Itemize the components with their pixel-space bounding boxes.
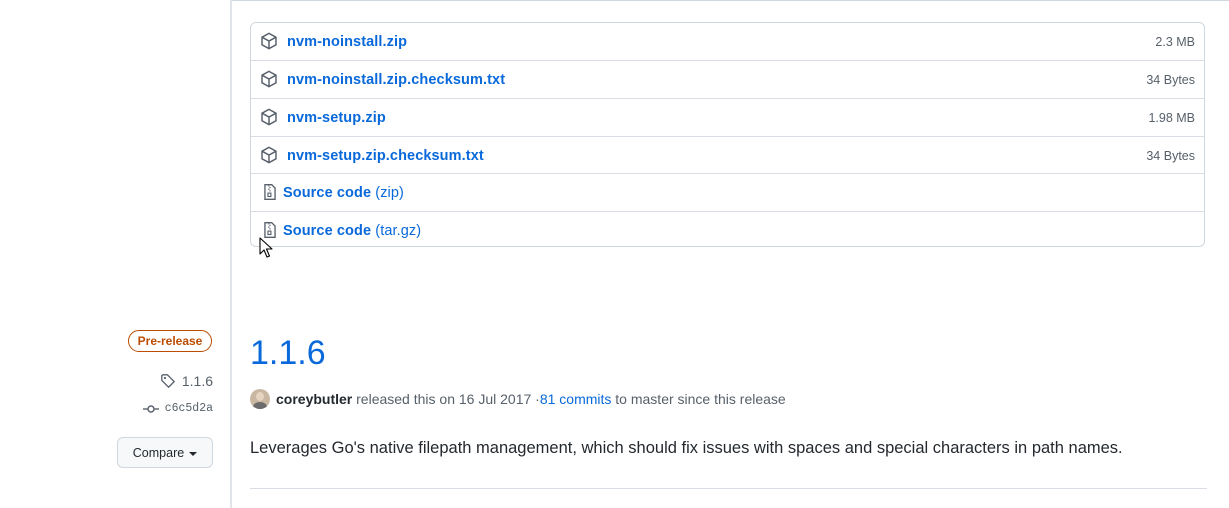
asset-link[interactable]: nvm-setup.zip (287, 110, 386, 126)
timeline-line (230, 0, 232, 508)
commit-link[interactable]: c6c5d2a (142, 402, 213, 415)
asset-size: 2.3 MB (1155, 35, 1195, 49)
asset-link[interactable]: Source code (zip) (283, 185, 404, 201)
git-commit-icon (142, 404, 159, 413)
asset-row[interactable]: nvm-noinstall.zip.checksum.txt 34 Bytes (251, 60, 1204, 98)
tag-label: 1.1.6 (181, 373, 213, 389)
author-link[interactable]: coreybutler (276, 391, 352, 407)
release-meta: coreybutler released this on 16 Jul 2017… (250, 388, 786, 410)
avatar[interactable] (250, 389, 270, 409)
commit-sha: c6c5d2a (164, 402, 213, 415)
mouse-cursor-icon (259, 237, 273, 258)
asset-link[interactable]: nvm-noinstall.zip.checksum.txt (287, 72, 505, 88)
release-notes: Leverages Go's native filepath managemen… (250, 439, 1123, 457)
asset-row[interactable]: nvm-setup.zip.checksum.txt 34 Bytes (251, 136, 1204, 174)
assets-list: nvm-noinstall.zip 2.3 MB nvm-noinstall.z… (250, 22, 1205, 247)
package-icon (261, 108, 277, 126)
compare-button[interactable]: Compare (117, 437, 213, 468)
tag-link[interactable]: 1.1.6 (160, 373, 213, 389)
archive-type: (tar.gz) (375, 223, 422, 239)
asset-link[interactable]: Source code (tar.gz) (283, 223, 421, 239)
commits-suffix: to master since this release (615, 391, 786, 407)
package-icon (261, 146, 277, 164)
release-title[interactable]: 1.1.6 (250, 334, 326, 373)
top-divider (232, 0, 1229, 1)
file-zip-icon (264, 184, 276, 200)
asset-row[interactable]: nvm-noinstall.zip 2.3 MB (251, 23, 1204, 61)
prerelease-badge: Pre-release (128, 330, 212, 352)
archive-type: (zip) (375, 185, 404, 201)
released-text: released this on 16 Jul 2017 · (356, 391, 540, 407)
asset-link[interactable]: nvm-setup.zip.checksum.txt (287, 148, 484, 164)
tag-icon (161, 374, 175, 389)
caret-down-icon (189, 451, 198, 456)
asset-row[interactable]: nvm-setup.zip 1.98 MB (251, 98, 1204, 136)
asset-size: 34 Bytes (1146, 73, 1195, 87)
package-icon (261, 32, 277, 50)
section-divider (250, 488, 1207, 489)
asset-size: 1.98 MB (1148, 111, 1195, 125)
source-code-label: Source code (283, 223, 372, 239)
asset-row[interactable]: Source code (tar.gz) (251, 211, 1204, 246)
asset-size: 34 Bytes (1146, 149, 1195, 163)
compare-label: Compare (132, 445, 185, 460)
asset-row[interactable]: Source code (zip) (251, 173, 1204, 211)
asset-link[interactable]: nvm-noinstall.zip (287, 34, 407, 50)
source-code-label: Source code (283, 185, 372, 201)
package-icon (261, 70, 277, 88)
commits-link[interactable]: 81 commits (540, 391, 612, 407)
